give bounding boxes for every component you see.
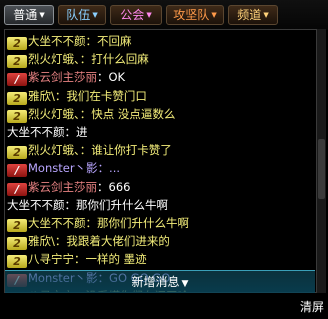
chat-line: 2 八寻宁宁：一样的 墨迹 xyxy=(5,250,147,269)
sender-name[interactable]: 雅欣\ xyxy=(28,234,55,248)
chevron-down-icon: ▼ xyxy=(92,11,98,19)
chevron-down-icon: ▼ xyxy=(146,11,152,19)
sender-name[interactable]: 烈火灯蛾、 xyxy=(28,143,80,157)
yellow-rank-badge: 2 xyxy=(7,219,27,232)
clear-screen-button[interactable]: 清屏 xyxy=(300,298,324,315)
tab-normal-label: 普通 xyxy=(13,8,38,22)
chat-line: / 紫云剑主莎丽：666 xyxy=(5,178,130,196)
chat-line: 2 大坐不不颜：那你们升什么牛啊 xyxy=(5,214,189,232)
chat-line: 2 大坐不不颜：不回麻 xyxy=(5,32,132,50)
chat-line: / 紫云剑主莎丽：OK xyxy=(5,68,126,87)
tab-channel-label: 频道 xyxy=(237,8,262,22)
message-text: ：... xyxy=(97,161,121,176)
sender-name[interactable]: 烈火灯蛾、 xyxy=(28,52,80,66)
chat-line: 大坐不不颜：进 xyxy=(7,123,88,141)
yellow-rank-badge: 2 xyxy=(7,109,27,123)
new-messages-label: 新增消息 xyxy=(131,275,180,289)
message-text: ：那你们升什么牛啊 xyxy=(85,216,190,230)
red-rank-badge: / xyxy=(7,164,27,178)
message-text: ：不回麻 xyxy=(85,34,132,48)
tab-normal[interactable]: 普通 ▼ xyxy=(4,5,54,25)
sender-name[interactable]: Monster丶影 xyxy=(28,161,98,175)
message-text: ：一样的 墨迹 xyxy=(74,252,147,267)
chat-line: 大坐不不颜：那你们升什么牛啊 xyxy=(7,196,168,214)
yellow-rank-badge: 2 xyxy=(7,37,27,50)
chat-line: 2 烈火灯蛾、：打什么回麻 xyxy=(5,50,149,69)
sender-name[interactable]: 大坐不不颜 xyxy=(28,34,86,48)
arrow-down-icon: ▼ xyxy=(181,279,189,289)
message-text: ：进 xyxy=(64,125,88,139)
message-text: ：谁让你打卡赞了 xyxy=(79,143,172,158)
chat-line: / Monster丶影：... xyxy=(5,159,121,178)
yellow-rank-badge: 2 xyxy=(7,55,27,69)
sender-name[interactable]: 大坐不不颜 xyxy=(7,125,65,139)
chevron-down-icon: ▼ xyxy=(39,11,45,19)
chat-scrollbar[interactable] xyxy=(317,29,326,293)
red-rank-badge: / xyxy=(7,73,27,87)
chat-footer: 清屏 xyxy=(0,294,328,319)
scrollbar-thumb[interactable] xyxy=(318,139,325,199)
chat-line: 2 雅欣\：我们在卡赞门口 xyxy=(5,87,147,105)
yellow-rank-badge: 2 xyxy=(7,91,27,105)
chat-tab-bar: 普通 ▼ 队伍 ▼ 公会 ▼ 攻坚队 ▼ 频道 ▼ xyxy=(0,0,328,30)
sender-name[interactable]: 八寻宁宁 xyxy=(28,252,74,266)
sender-name[interactable]: 雅欣\ xyxy=(28,89,55,103)
tab-guild-label: 公会 xyxy=(120,8,145,22)
message-text: ：那你们升什么牛啊 xyxy=(64,197,169,212)
chat-line: 2 雅欣\：我跟着大佬们进来的 xyxy=(5,232,170,251)
red-rank-badge: / xyxy=(7,182,27,196)
sender-name[interactable]: 大坐不不颜 xyxy=(28,216,86,230)
tab-raid[interactable]: 攻坚队 ▼ xyxy=(166,5,224,25)
chat-line: 2 烈火灯蛾、：快点 没点逼数么 xyxy=(5,105,175,123)
sender-name[interactable]: 紫云剑主莎丽 xyxy=(28,70,97,84)
message-text: ：快点 没点逼数么 xyxy=(79,106,176,121)
chevron-down-icon: ▼ xyxy=(211,11,217,19)
sender-name[interactable]: 大坐不不颜 xyxy=(7,198,65,212)
tab-guild[interactable]: 公会 ▼ xyxy=(110,5,162,25)
message-text: ：我跟着大佬们进来的 xyxy=(54,234,170,249)
yellow-rank-badge: 2 xyxy=(7,237,27,251)
message-text: ：OK xyxy=(97,70,126,85)
yellow-rank-badge: 2 xyxy=(7,146,27,160)
tab-team-label: 队伍 xyxy=(66,8,91,22)
chat-log[interactable]: 2 大坐不不颜：不回麻 2 烈火灯蛾、：打什么回麻 / 紫云剑主莎丽：OK 2 雅欣\：我们在… xyxy=(4,29,317,293)
chevron-down-icon: ▼ xyxy=(263,11,269,19)
tab-team[interactable]: 队伍 ▼ xyxy=(58,5,106,25)
chat-line: 2 烈火灯蛾、：谁让你打卡赞了 xyxy=(5,141,172,160)
new-messages-button[interactable]: 新增消息 ▼ xyxy=(5,270,315,293)
message-text: ：打什么回麻 xyxy=(79,52,149,67)
sender-name[interactable]: 紫云剑主莎丽 xyxy=(28,180,97,194)
tab-channel[interactable]: 频道 ▼ xyxy=(228,5,278,25)
message-text: ：我们在卡赞门口 xyxy=(54,88,147,103)
sender-name[interactable]: 烈火灯蛾、 xyxy=(28,107,80,121)
message-text: ：666 xyxy=(97,179,131,194)
yellow-rank-badge: 2 xyxy=(7,255,27,269)
tab-raid-label: 攻坚队 xyxy=(173,8,210,22)
